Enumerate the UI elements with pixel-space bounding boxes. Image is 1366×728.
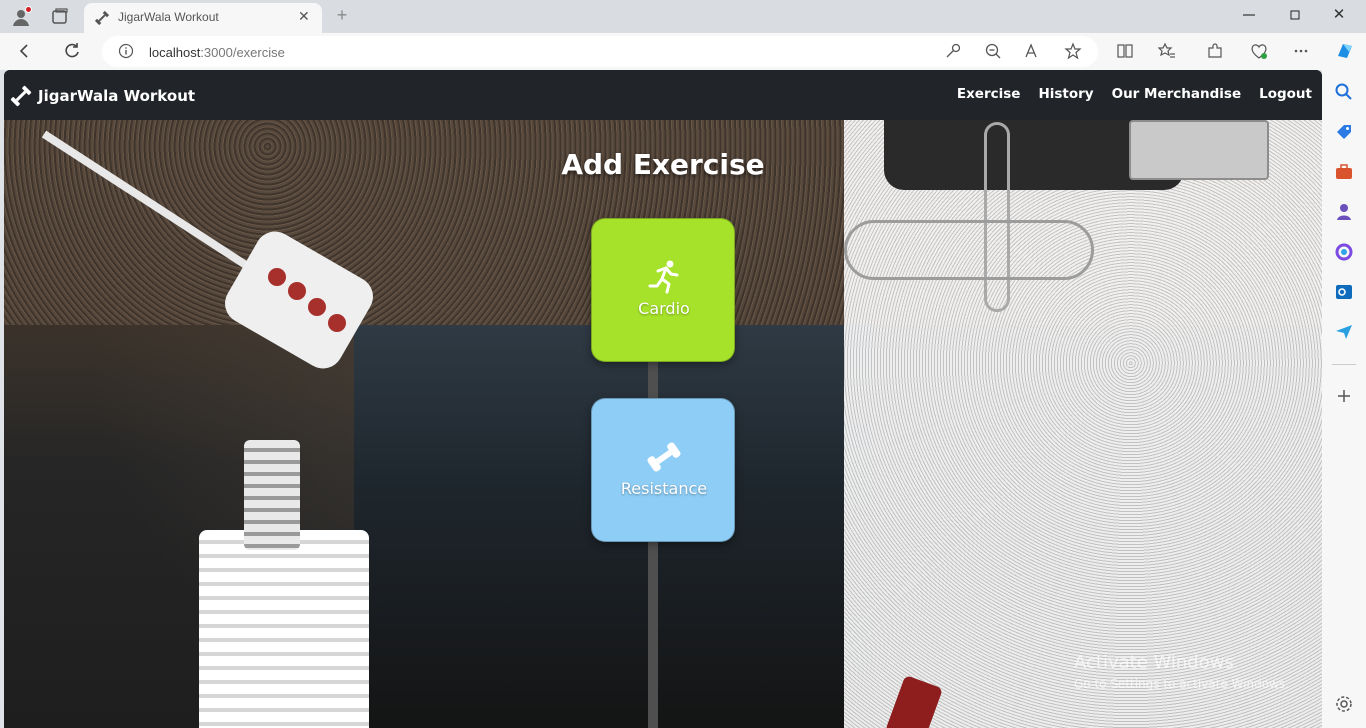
zoom-out-icon[interactable]: [984, 42, 1002, 60]
bg-grip-3: [308, 298, 326, 316]
reload-icon[interactable]: [62, 41, 82, 61]
bg-grip-4: [328, 314, 346, 332]
browser-tab-active[interactable]: JigarWala Workout ✕: [84, 3, 322, 33]
brand-link[interactable]: JigarWala Workout: [10, 84, 195, 108]
restore-icon[interactable]: [1286, 8, 1304, 22]
address-toolbar: localhost:3000/exercise: [0, 33, 1366, 70]
search-icon[interactable]: [1334, 82, 1354, 102]
bg-bucket: [199, 530, 369, 728]
address-bar[interactable]: localhost:3000/exercise: [102, 36, 1098, 67]
nav-logout-link[interactable]: Logout: [1259, 86, 1312, 102]
bg-bright-area: [844, 120, 1322, 728]
url-path: :3000/exercise: [200, 45, 285, 60]
nav-links: Exercise History Our Merchandise Logout: [939, 86, 1312, 102]
activate-windows-watermark: Activate Windows Go to Settings to activ…: [1074, 652, 1289, 691]
copilot-icon[interactable]: [1334, 40, 1356, 62]
read-aloud-icon[interactable]: [1024, 42, 1042, 60]
outlook-icon[interactable]: [1334, 282, 1354, 302]
settings-gear-icon[interactable]: [1334, 694, 1354, 714]
edge-sidebar: [1322, 70, 1366, 728]
favorite-star-icon[interactable]: [1064, 42, 1082, 60]
resistance-card-button[interactable]: Resistance: [591, 398, 735, 542]
new-tab-button[interactable]: +: [332, 5, 352, 25]
split-screen-icon[interactable]: [1116, 42, 1134, 60]
tab-title: JigarWala Workout: [118, 10, 219, 24]
notification-dot: [25, 6, 32, 13]
more-options-icon[interactable]: [1292, 42, 1310, 60]
drop-send-icon[interactable]: [1334, 322, 1354, 342]
url-host: localhost: [149, 45, 201, 60]
cardio-label: Cardio: [638, 299, 690, 318]
dumbbell-favicon-icon: [94, 10, 110, 26]
page-title: Add Exercise: [561, 148, 765, 181]
bg-grip-1: [268, 268, 286, 286]
watermark-line-2: Go to Settings to activate Windows.: [1074, 677, 1289, 691]
profile-icon[interactable]: [10, 6, 32, 28]
site-info-icon[interactable]: [118, 43, 134, 59]
url-text: localhost:3000/exercise: [149, 45, 285, 60]
key-icon[interactable]: [944, 42, 962, 60]
browser-essentials-icon[interactable]: [1250, 42, 1268, 60]
nav-exercise-link[interactable]: Exercise: [957, 86, 1021, 102]
nav-history-link[interactable]: History: [1038, 86, 1093, 102]
tab-close-icon[interactable]: ✕: [298, 9, 312, 23]
page-viewport: JigarWala Workout Exercise History Our M…: [4, 70, 1322, 728]
browser-tab-bar: JigarWala Workout ✕ + ✕: [0, 0, 1366, 33]
favorites-icon[interactable]: [1157, 42, 1176, 60]
bg-grip-2: [288, 282, 306, 300]
cardio-card-button[interactable]: Cardio: [591, 218, 735, 362]
microsoft-365-icon[interactable]: [1334, 242, 1354, 262]
watermark-line-1: Activate Windows: [1074, 652, 1234, 673]
sidebar-divider: [1332, 364, 1356, 365]
tab-actions-icon[interactable]: [50, 7, 70, 27]
window-close-icon[interactable]: ✕: [1330, 6, 1348, 24]
app-navbar: JigarWala Workout Exercise History Our M…: [4, 70, 1322, 120]
dumbbell-icon: [644, 437, 684, 477]
games-icon[interactable]: [1334, 202, 1354, 222]
dumbbell-logo-icon: [10, 85, 32, 107]
extensions-icon[interactable]: [1206, 42, 1224, 60]
nav-merchandise-link[interactable]: Our Merchandise: [1112, 86, 1242, 102]
resistance-label: Resistance: [620, 479, 708, 498]
bg-bottle: [244, 440, 300, 550]
bg-chain-loop: [844, 220, 1094, 280]
add-icon[interactable]: [1334, 386, 1354, 406]
tools-briefcase-icon[interactable]: [1334, 162, 1354, 182]
brand-name: JigarWala Workout: [38, 87, 196, 105]
back-icon[interactable]: [16, 42, 34, 60]
minimize-icon[interactable]: [1240, 8, 1258, 22]
shopping-tag-icon[interactable]: [1334, 122, 1354, 142]
running-icon: [644, 257, 684, 297]
